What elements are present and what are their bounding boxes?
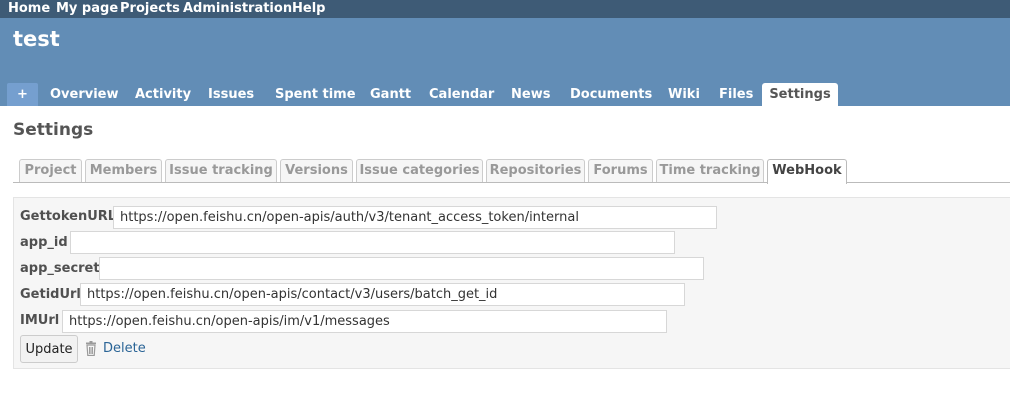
- tab-activity[interactable]: Activity: [135, 83, 191, 106]
- top-menu-my-page[interactable]: My page: [56, 0, 118, 18]
- page-title: Settings: [13, 120, 94, 140]
- new-object-button[interactable]: +: [7, 83, 38, 106]
- tab-overview[interactable]: Overview: [50, 83, 119, 106]
- settings-tab-forums[interactable]: Forums: [588, 159, 653, 182]
- gettoken-url-label: GettokenURL: [20, 209, 117, 224]
- top-menu-help[interactable]: Help: [292, 0, 325, 18]
- app-secret-label: app_secret: [20, 261, 100, 276]
- getid-url-label: GetidUrl: [20, 287, 81, 302]
- tab-files[interactable]: Files: [719, 83, 753, 106]
- im-url-field[interactable]: [62, 310, 667, 333]
- tab-settings[interactable]: Settings: [762, 83, 838, 106]
- tab-news[interactable]: News: [511, 83, 550, 106]
- trash-icon[interactable]: [84, 341, 98, 357]
- settings-tabs-baseline: [13, 182, 1010, 183]
- top-menu: Home My page Projects Administration Hel…: [0, 0, 1010, 18]
- tab-documents[interactable]: Documents: [570, 83, 652, 106]
- settings-tab-time-tracking[interactable]: Time tracking: [656, 159, 764, 182]
- getid-url-field[interactable]: [80, 283, 685, 306]
- settings-tab-issue-categories[interactable]: Issue categories: [356, 159, 483, 182]
- tab-calendar[interactable]: Calendar: [429, 83, 494, 106]
- tab-issues[interactable]: Issues: [208, 83, 254, 106]
- gettoken-url-field[interactable]: [113, 206, 717, 229]
- app-secret-field[interactable]: [99, 257, 704, 280]
- project-title: test: [13, 27, 60, 51]
- tab-gantt[interactable]: Gantt: [370, 83, 411, 106]
- settings-tab-issue-tracking[interactable]: Issue tracking: [165, 159, 277, 182]
- project-header: test + Overview Activity Issues Spent ti…: [0, 18, 1010, 106]
- tab-wiki[interactable]: Wiki: [668, 83, 700, 106]
- settings-tab-members[interactable]: Members: [85, 159, 162, 182]
- top-menu-projects[interactable]: Projects: [120, 0, 180, 18]
- settings-tab-project[interactable]: Project: [19, 159, 82, 182]
- tab-spent-time[interactable]: Spent time: [275, 83, 356, 106]
- delete-link[interactable]: Delete: [103, 340, 146, 358]
- settings-tab-versions[interactable]: Versions: [280, 159, 353, 182]
- top-menu-home[interactable]: Home: [8, 0, 50, 18]
- update-button[interactable]: Update: [20, 335, 78, 363]
- settings-tab-repositories[interactable]: Repositories: [486, 159, 585, 182]
- app-id-field[interactable]: [70, 231, 675, 254]
- app-id-label: app_id: [20, 235, 68, 250]
- top-menu-administration[interactable]: Administration: [183, 0, 292, 18]
- settings-tab-webhook[interactable]: WebHook: [767, 159, 847, 184]
- im-url-label: IMUrl: [20, 313, 60, 328]
